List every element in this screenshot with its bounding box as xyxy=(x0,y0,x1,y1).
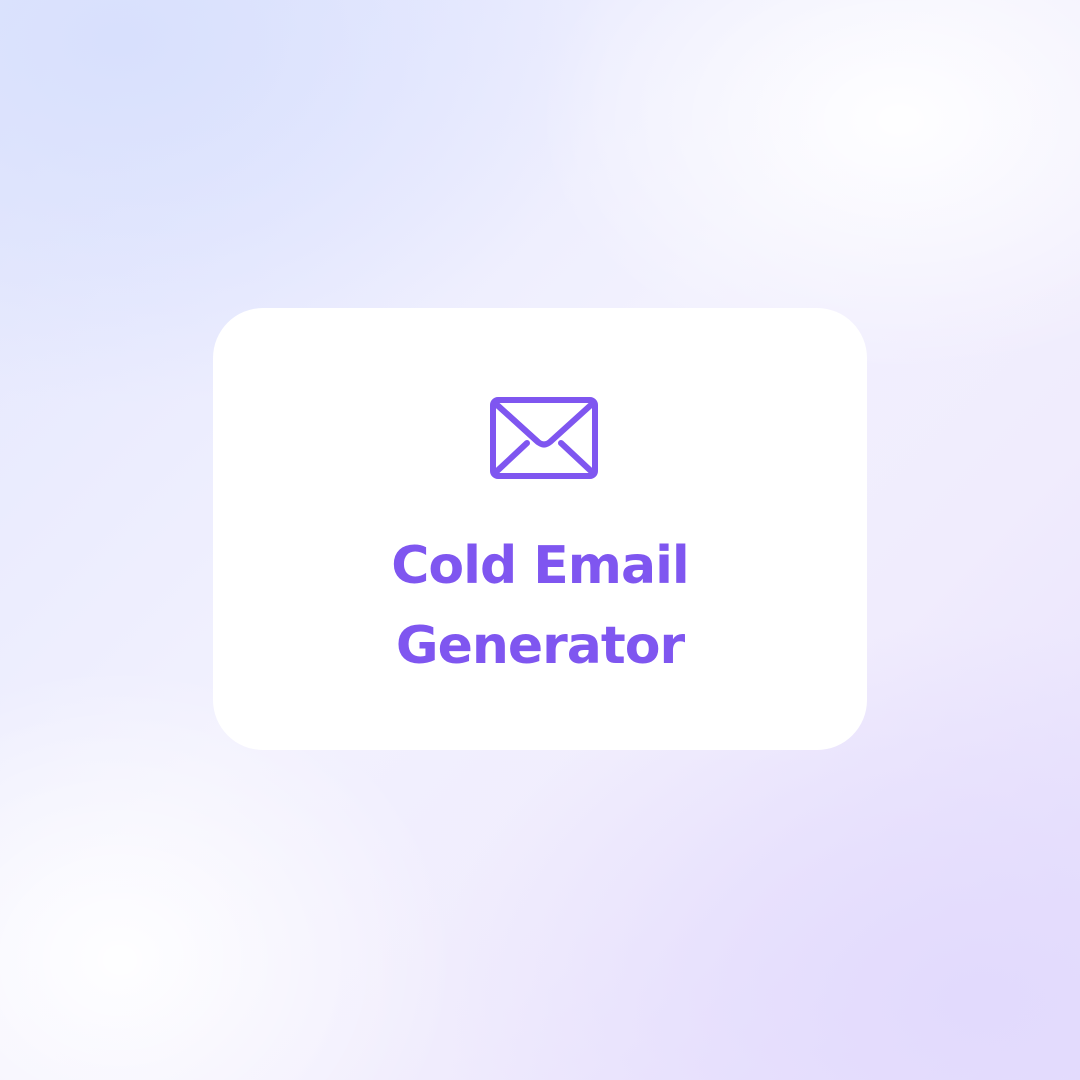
app-card[interactable]: Cold Email Generator xyxy=(213,308,867,750)
card-title-line-1: Cold Email xyxy=(391,536,689,596)
card-title: Cold Email Generator xyxy=(213,526,867,686)
card-title-line-2: Generator xyxy=(395,616,685,676)
envelope-icon xyxy=(489,396,599,480)
